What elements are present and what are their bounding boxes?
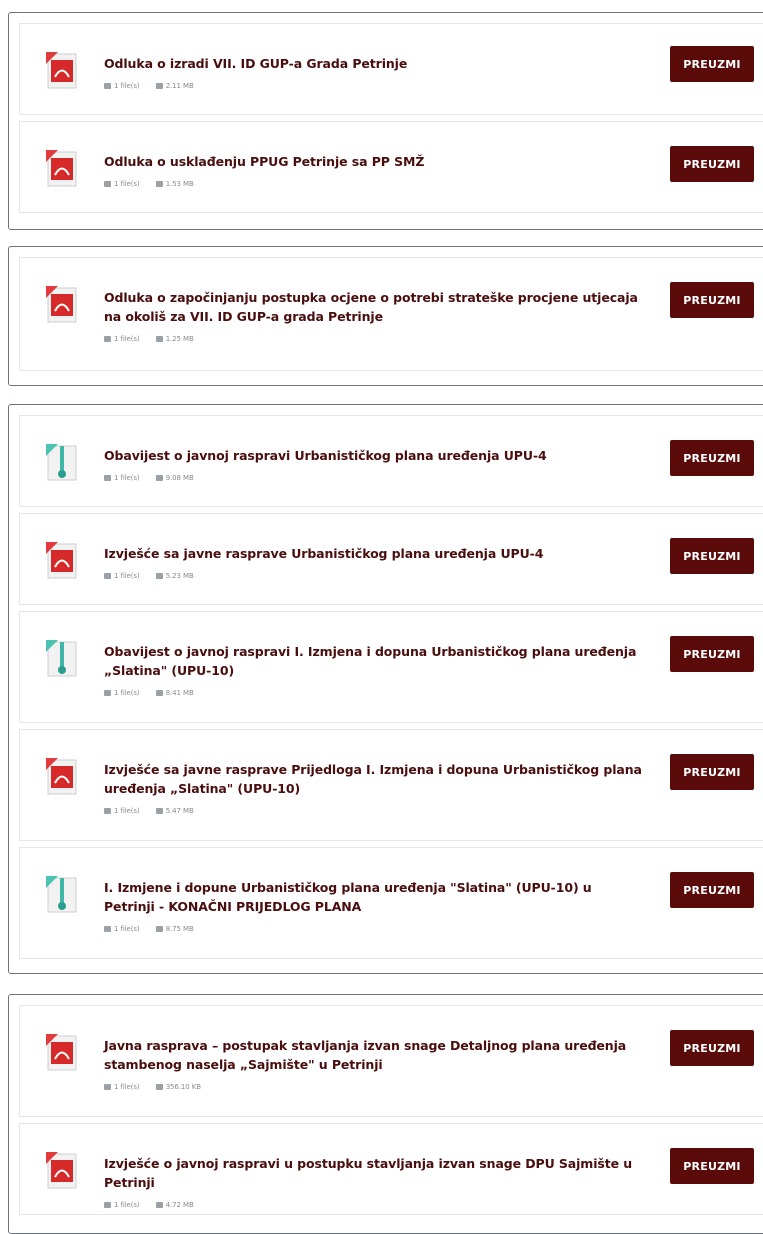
list-item: Javna rasprava – postupak stavljanja izv… xyxy=(19,1005,763,1117)
list-item: Obavijest o javnoj raspravi Urbanističko… xyxy=(19,415,763,507)
size-icon xyxy=(155,336,163,342)
download-button[interactable]: PREUZMI xyxy=(670,538,754,574)
pdf-icon xyxy=(44,148,80,188)
size-icon xyxy=(155,475,163,481)
download-button[interactable]: PREUZMI xyxy=(670,1030,754,1066)
files-icon xyxy=(104,181,111,187)
list-item: Odluka o započinjanju postupka ocjene o … xyxy=(19,257,763,371)
zip-icon xyxy=(44,442,80,482)
list-item: Obavijest o javnoj raspravi I. Izmjena i… xyxy=(19,611,763,723)
download-button[interactable]: PREUZMI xyxy=(670,872,754,908)
files-icon xyxy=(104,573,111,579)
document-meta: 1 file(s) 5.47 MB xyxy=(104,802,644,821)
document-group-4: Javna rasprava – postupak stavljanja izv… xyxy=(8,994,763,1234)
files-icon xyxy=(104,1202,111,1208)
size-icon xyxy=(155,1084,163,1090)
pdf-icon xyxy=(44,540,80,580)
document-meta: 1 file(s) 356.10 KB xyxy=(104,1078,644,1097)
files-icon xyxy=(104,1084,111,1090)
document-title[interactable]: Izvješće sa javne rasprave Prijedloga I.… xyxy=(104,760,644,821)
list-item: Izvješće o javnoj raspravi u postupku st… xyxy=(19,1123,763,1215)
download-button[interactable]: PREUZMI xyxy=(670,146,754,182)
files-icon xyxy=(104,475,111,481)
document-title[interactable]: Odluka o usklađenju PPUG Petrinje sa PP … xyxy=(104,152,644,194)
pdf-icon xyxy=(44,1150,80,1190)
download-button[interactable]: PREUZMI xyxy=(670,1148,754,1184)
size-icon xyxy=(155,690,163,696)
size-icon xyxy=(155,573,163,579)
size-icon xyxy=(155,808,163,814)
document-meta: 1 file(s) 1.53 MB xyxy=(104,175,644,194)
document-group-2: Odluka o započinjanju postupka ocjene o … xyxy=(8,246,763,386)
document-meta: 1 file(s) 8.41 MB xyxy=(104,684,644,703)
size-icon xyxy=(155,1202,163,1208)
document-title[interactable]: Obavijest o javnoj raspravi I. Izmjena i… xyxy=(104,642,644,703)
document-title[interactable]: Javna rasprava – postupak stavljanja izv… xyxy=(104,1036,644,1097)
document-title[interactable]: Obavijest o javnoj raspravi Urbanističko… xyxy=(104,446,644,488)
zip-icon xyxy=(44,638,80,678)
document-group-3: Obavijest o javnoj raspravi Urbanističko… xyxy=(8,404,763,974)
document-title[interactable]: Odluka o izradi VII. ID GUP-a Grada Petr… xyxy=(104,54,644,96)
size-icon xyxy=(155,181,163,187)
document-title[interactable]: Izvješće sa javne rasprave Urbanističkog… xyxy=(104,544,644,586)
document-title[interactable]: Izvješće o javnoj raspravi u postupku st… xyxy=(104,1154,644,1215)
list-item: I. Izmjene i dopune Urbanističkog plana … xyxy=(19,847,763,959)
list-item: Izvješće sa javne rasprave Prijedloga I.… xyxy=(19,729,763,841)
files-icon xyxy=(104,83,111,89)
download-button[interactable]: PREUZMI xyxy=(670,282,754,318)
list-item: Odluka o izradi VII. ID GUP-a Grada Petr… xyxy=(19,23,763,115)
list-item: Izvješće sa javne rasprave Urbanističkog… xyxy=(19,513,763,605)
document-meta: 1 file(s) 8.75 MB xyxy=(104,920,644,939)
document-title[interactable]: I. Izmjene i dopune Urbanističkog plana … xyxy=(104,878,644,939)
document-meta: 1 file(s) 4.72 MB xyxy=(104,1196,644,1215)
files-icon xyxy=(104,926,111,932)
document-title[interactable]: Odluka o započinjanju postupka ocjene o … xyxy=(104,288,644,349)
download-button[interactable]: PREUZMI xyxy=(670,46,754,82)
zip-icon xyxy=(44,874,80,914)
download-button[interactable]: PREUZMI xyxy=(670,636,754,672)
size-icon xyxy=(155,83,163,89)
download-button[interactable]: PREUZMI xyxy=(670,440,754,476)
pdf-icon xyxy=(44,756,80,796)
document-meta: 1 file(s) 1.25 MB xyxy=(104,330,644,349)
files-icon xyxy=(104,808,111,814)
document-meta: 1 file(s) 9.08 MB xyxy=(104,469,644,488)
document-meta: 1 file(s) 2.11 MB xyxy=(104,77,644,96)
document-group-1: Odluka o izradi VII. ID GUP-a Grada Petr… xyxy=(8,12,763,230)
pdf-icon xyxy=(44,284,80,324)
download-button[interactable]: PREUZMI xyxy=(670,754,754,790)
pdf-icon xyxy=(44,1032,80,1072)
list-item: Odluka o usklađenju PPUG Petrinje sa PP … xyxy=(19,121,763,213)
document-meta: 1 file(s) 5.23 MB xyxy=(104,567,644,586)
pdf-icon xyxy=(44,50,80,90)
files-icon xyxy=(104,336,111,342)
files-icon xyxy=(104,690,111,696)
size-icon xyxy=(155,926,163,932)
